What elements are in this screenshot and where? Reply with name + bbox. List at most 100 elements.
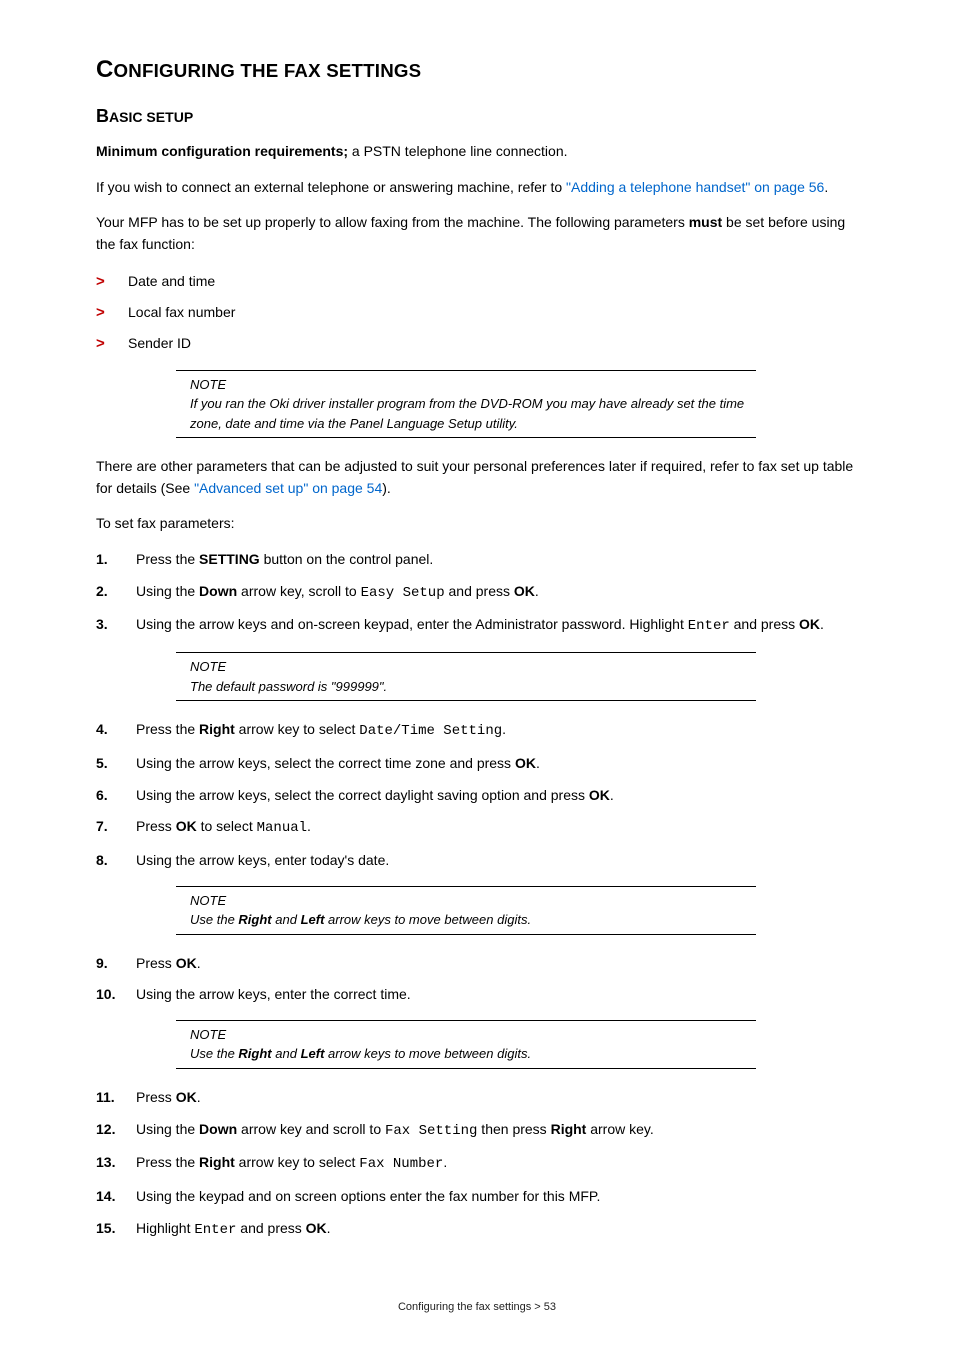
step-body: Using the keypad and on screen options e… (136, 1186, 858, 1208)
note-content: NOTE Use the Right and Left arrow keys t… (176, 1021, 756, 1068)
text-bold: OK (176, 818, 197, 834)
step-body: Press OK. (136, 1087, 858, 1109)
text-bold: OK (514, 583, 535, 599)
list-item: 10. Using the arrow keys, enter the corr… (96, 984, 858, 1006)
note-block: NOTE Use the Right and Left arrow keys t… (176, 886, 756, 935)
text: arrow keys to move between digits. (324, 912, 531, 927)
text-mono: Enter (194, 1222, 236, 1238)
text: arrow keys to move between digits. (324, 1046, 531, 1061)
text-bold: Left (301, 912, 325, 927)
text: . (197, 955, 201, 971)
list-item: 7. Press OK to select Manual. (96, 816, 858, 840)
text: Using the arrow keys, select the correct… (136, 755, 515, 771)
text-mono: Manual (257, 820, 307, 836)
list-item: 15. Highlight Enter and press OK. (96, 1218, 858, 1242)
numbered-list: 1. Press the SETTING button on the contr… (96, 549, 858, 638)
note-heading: NOTE (190, 375, 756, 395)
text-mono: Fax Number (359, 1156, 443, 1172)
paragraph: Minimum configuration requirements; a PS… (96, 141, 858, 163)
link-adding-handset[interactable]: "Adding a telephone handset" on page 56 (566, 179, 824, 195)
text: . (327, 1220, 331, 1236)
text: arrow key to select (235, 1154, 360, 1170)
text: ). (382, 480, 391, 496)
step-number: 1. (96, 549, 136, 571)
list-item: 3. Using the arrow keys and on-screen ke… (96, 614, 858, 638)
note-content: NOTE Use the Right and Left arrow keys t… (176, 887, 756, 934)
heading-1: CONFIGURING THE FAX SETTINGS (96, 56, 858, 84)
text: Using the arrow keys, select the correct… (136, 787, 589, 803)
text: button on the control panel. (260, 551, 434, 567)
list-item: 13. Press the Right arrow key to select … (96, 1152, 858, 1176)
step-body: Press the Right arrow key to select Fax … (136, 1152, 858, 1176)
text: Press the (136, 551, 199, 567)
text: Press (136, 818, 176, 834)
text-bold: Down (199, 1121, 237, 1137)
text: Use the (190, 912, 238, 927)
text: and press (730, 616, 799, 632)
step-body: Using the Down arrow key, scroll to Easy… (136, 581, 858, 605)
link-advanced-setup[interactable]: "Advanced set up" on page 54 (194, 480, 382, 496)
text: and (272, 1046, 301, 1061)
text: and press (236, 1220, 305, 1236)
bullet-marker-icon: > (96, 332, 128, 355)
step-body: Using the Down arrow key and scroll to F… (136, 1119, 858, 1143)
numbered-list: 11. Press OK. 12. Using the Down arrow k… (96, 1087, 858, 1241)
h1-rest: ONFIGURING THE FAX SETTINGS (114, 60, 422, 81)
text-bold: OK (515, 755, 536, 771)
text-mono: Date/Time Setting (359, 723, 502, 739)
list-item: 12. Using the Down arrow key and scroll … (96, 1119, 858, 1143)
heading-2: BASIC SETUP (96, 106, 858, 127)
text: arrow key to select (235, 721, 360, 737)
page-footer: Configuring the fax settings > 53 (96, 1301, 858, 1313)
text: . (443, 1154, 447, 1170)
note-content: NOTE The default password is "999999". (176, 653, 756, 700)
text-bold: Right (238, 912, 271, 927)
note-heading: NOTE (190, 891, 756, 911)
step-body: Press OK. (136, 953, 858, 975)
paragraph: To set fax parameters: (96, 513, 858, 535)
text: . (824, 179, 828, 195)
note-block: NOTE The default password is "999999". (176, 652, 756, 701)
text-bold: Right (199, 1154, 235, 1170)
step-body: Press the Right arrow key to select Date… (136, 719, 858, 743)
text: . (536, 755, 540, 771)
paragraph: Your MFP has to be set up properly to al… (96, 212, 858, 255)
numbered-list: 4. Press the Right arrow key to select D… (96, 719, 858, 871)
list-item: 5. Using the arrow keys, select the corr… (96, 753, 858, 775)
divider (176, 700, 756, 701)
text: Press (136, 1089, 176, 1105)
text: and press (445, 583, 514, 599)
list-item: > Local fax number (96, 301, 858, 324)
step-body: Using the arrow keys, select the correct… (136, 785, 858, 807)
text-bold: Right (199, 721, 235, 737)
text: Using the arrow keys and on-screen keypa… (136, 616, 688, 632)
step-number: 3. (96, 614, 136, 636)
text-mono: Enter (688, 618, 730, 634)
text-bold: SETTING (199, 551, 260, 567)
step-body: Using the arrow keys, enter the correct … (136, 984, 858, 1006)
step-number: 11. (96, 1087, 136, 1109)
list-item-text: Date and time (128, 271, 215, 293)
text-bold: Minimum configuration requirements; (96, 143, 348, 159)
step-number: 8. (96, 850, 136, 872)
text-bold: Down (199, 583, 237, 599)
text: Using the (136, 583, 199, 599)
list-item: 6. Using the arrow keys, select the corr… (96, 785, 858, 807)
text: . (502, 721, 506, 737)
numbered-list: 9. Press OK. 10. Using the arrow keys, e… (96, 953, 858, 1006)
step-number: 6. (96, 785, 136, 807)
bullet-marker-icon: > (96, 301, 128, 324)
text: Press the (136, 721, 199, 737)
list-item: > Date and time (96, 270, 858, 293)
step-number: 14. (96, 1186, 136, 1208)
bullet-marker-icon: > (96, 270, 128, 293)
text-mono: Easy Setup (361, 585, 445, 601)
text: . (610, 787, 614, 803)
text: then press (477, 1121, 550, 1137)
note-text: The default password is "999999". (190, 677, 756, 697)
step-body: Using the arrow keys, select the correct… (136, 753, 858, 775)
step-number: 5. (96, 753, 136, 775)
list-item: 8. Using the arrow keys, enter today's d… (96, 850, 858, 872)
note-block: NOTE If you ran the Oki driver installer… (176, 370, 756, 439)
list-item: 11. Press OK. (96, 1087, 858, 1109)
